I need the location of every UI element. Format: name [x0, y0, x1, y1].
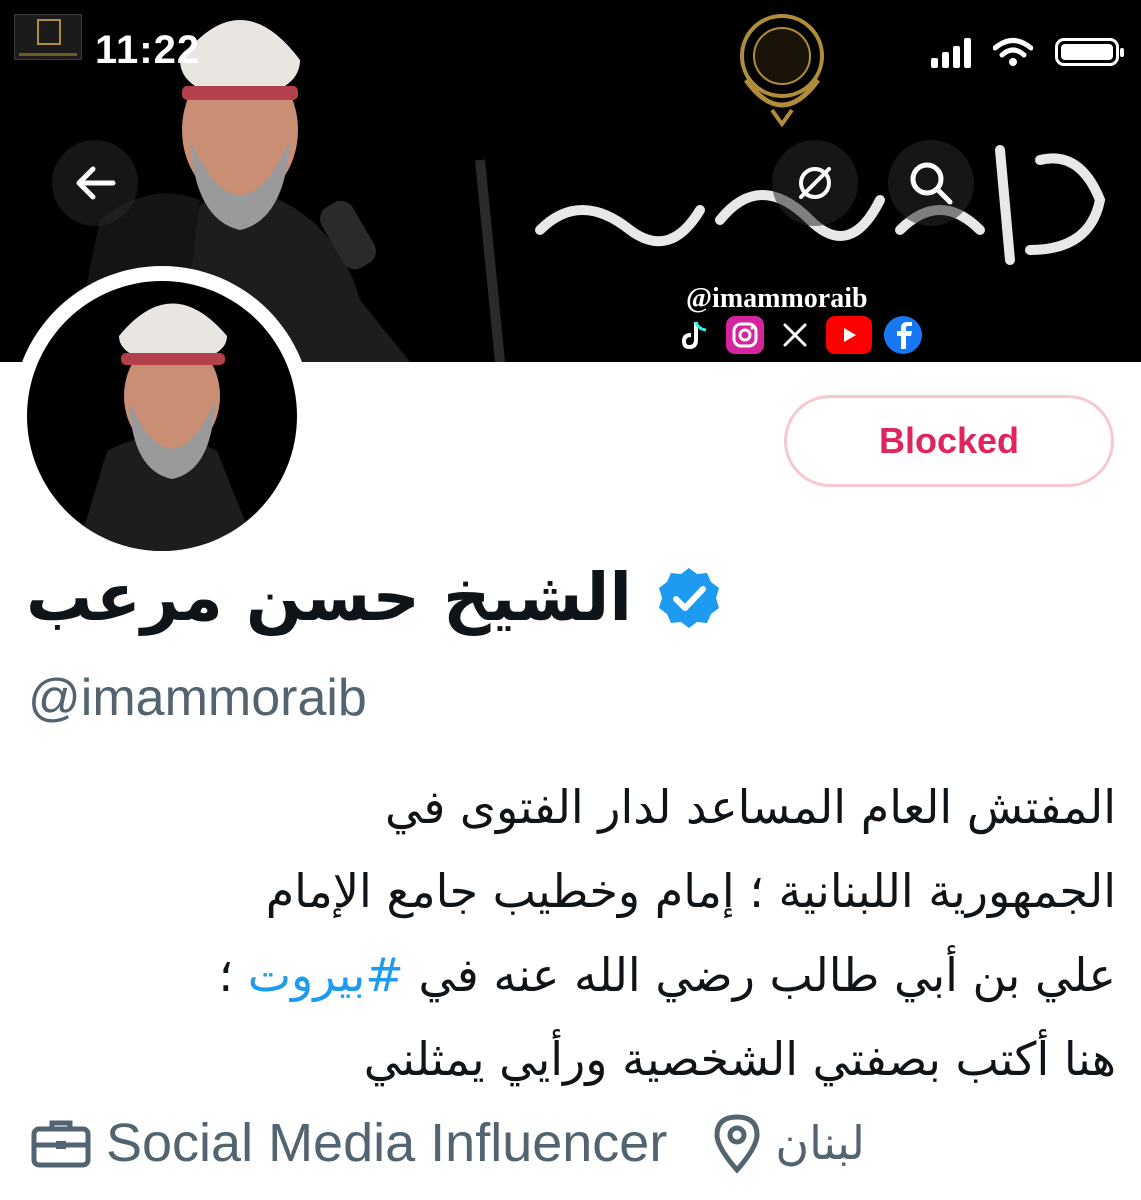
profile-category: Social Media Influencer	[106, 1113, 668, 1173]
verified-badge-icon	[659, 568, 720, 628]
avatar-photo	[27, 281, 297, 551]
facebook-icon	[884, 316, 922, 354]
bio-line: هنا أكتب بصفتي الشخصية ورأيي يمثلني	[363, 1032, 1116, 1086]
profile-handle: @imammoraib	[28, 669, 367, 727]
banner-social-icons	[676, 316, 922, 354]
blocked-button[interactable]: Blocked	[784, 395, 1114, 487]
share-button[interactable]	[772, 140, 858, 226]
channel-logo	[14, 14, 82, 60]
banner-handle: @imammoraib	[686, 283, 868, 314]
emblem-logo	[740, 14, 824, 128]
search-icon	[910, 162, 953, 205]
location-pin-icon	[714, 1114, 760, 1173]
youtube-icon	[826, 316, 872, 354]
profile-location: لبنان	[775, 1116, 865, 1170]
share-icon	[799, 167, 831, 199]
x-icon	[776, 316, 814, 354]
tiktok-icon	[676, 316, 714, 354]
profile-name-row: الشيخ حسن مرعب	[26, 565, 722, 631]
profile-bio: المفتش العام المساعد لدار الفتوى في الجم…	[26, 765, 1116, 1101]
search-button[interactable]	[888, 140, 974, 226]
briefcase-icon	[31, 1120, 91, 1168]
bio-line: الجمهورية اللبنانية ؛ إمام وخطيب جامع ال…	[265, 864, 1116, 918]
cellular-signal-icon	[931, 36, 971, 68]
system-status-icons	[931, 36, 1124, 68]
bio-line: علي بن أبي طالب رضي الله عنه في #بيروت ؛	[26, 933, 1116, 1017]
battery-icon	[1055, 38, 1124, 66]
profile-avatar[interactable]	[12, 266, 312, 566]
instagram-icon	[726, 316, 764, 354]
arrow-left-icon	[76, 166, 116, 200]
bio-text: علي بن أبي طالب رضي الله عنه في	[403, 948, 1116, 1002]
bio-text: ؛	[218, 948, 248, 1002]
back-button[interactable]	[52, 140, 138, 226]
bio-line: المفتش العام المساعد لدار الفتوى في	[384, 780, 1116, 834]
wifi-icon	[993, 38, 1033, 66]
status-time: 11:22	[95, 28, 201, 72]
display-name: الشيخ حسن مرعب	[26, 559, 633, 636]
profile-meta-row: Social Media Influencer لبنان	[30, 1112, 865, 1174]
hashtag-link[interactable]: #بيروت	[248, 948, 404, 1002]
